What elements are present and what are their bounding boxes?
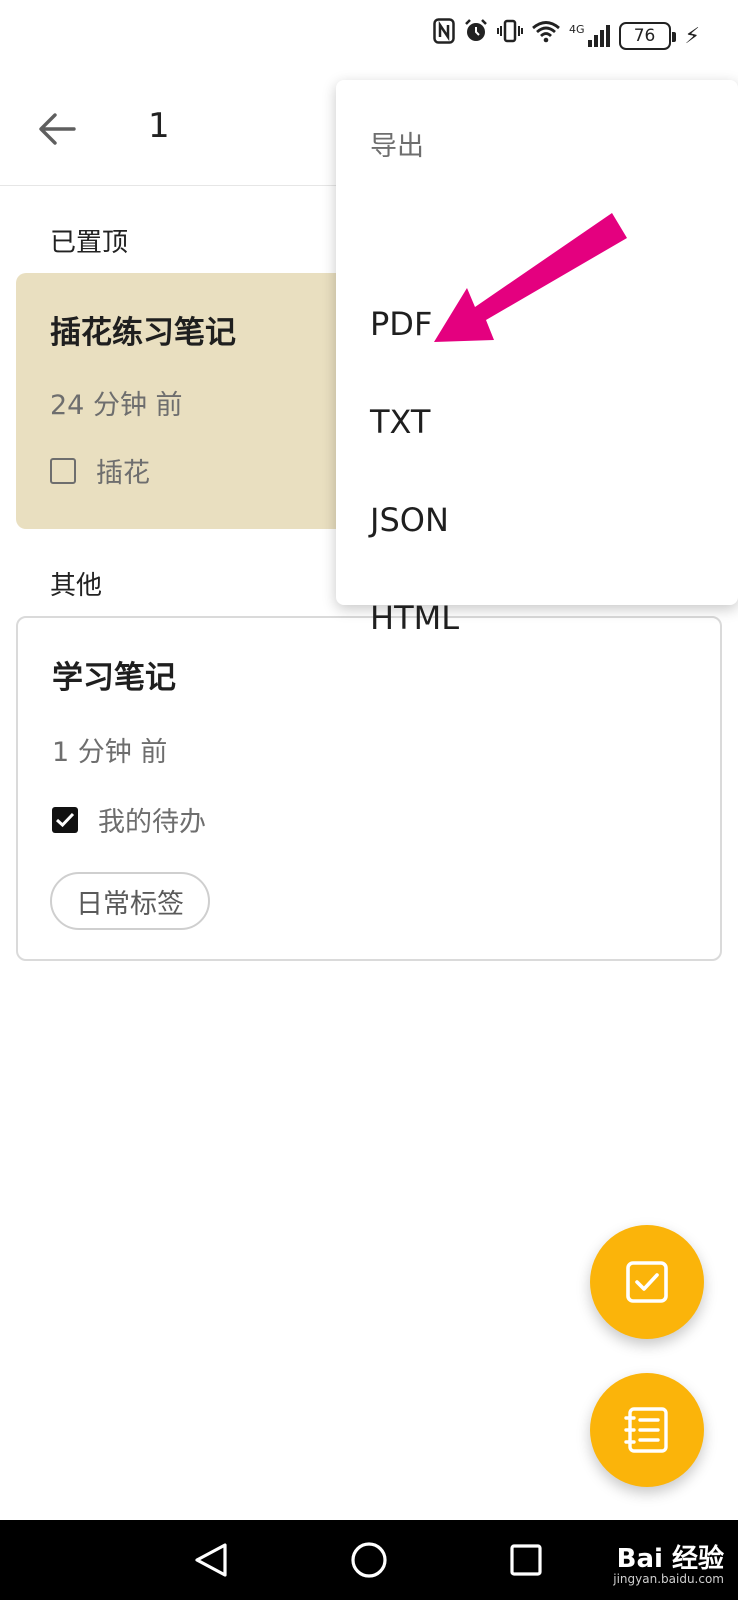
note-timestamp: 1 分钟 前 — [52, 737, 168, 768]
nfc-icon — [433, 18, 455, 54]
nav-back-button[interactable] — [183, 1532, 239, 1588]
back-triangle-icon — [195, 1543, 227, 1577]
note-title: 插花练习笔记 — [50, 315, 236, 351]
watermark-url: jingyan.baidu.com — [613, 1572, 724, 1586]
unchecked-checkbox-icon[interactable] — [50, 457, 76, 484]
note-timestamp: 24 分钟 前 — [50, 390, 183, 421]
menu-item-html[interactable]: HTML — [336, 570, 738, 666]
nav-home-button[interactable] — [341, 1532, 397, 1588]
wifi-icon — [531, 19, 561, 53]
status-bar: 4G 76 ⚡ — [0, 0, 738, 70]
recents-square-icon — [510, 1544, 542, 1576]
checkbox-icon — [626, 1261, 668, 1303]
arrow-left-icon — [39, 113, 76, 145]
new-todo-fab[interactable] — [590, 1225, 704, 1339]
charging-icon: ⚡ — [684, 23, 700, 49]
menu-item-json[interactable]: JSON — [336, 472, 738, 568]
system-nav-bar: Bai 经验 jingyan.baidu.com — [0, 1520, 738, 1600]
tag-chip[interactable]: 日常标签 — [50, 872, 210, 930]
section-label-pinned: 已置顶 — [50, 228, 129, 258]
note-title: 学习笔记 — [52, 660, 176, 696]
menu-header: 导出 — [370, 131, 424, 162]
menu-item-txt[interactable]: TXT — [336, 374, 738, 470]
export-menu: 导出 PDF TXT JSON HTML — [336, 80, 738, 637]
checked-checkbox-icon[interactable] — [52, 806, 78, 833]
status-icons: 4G 76 ⚡ — [433, 18, 700, 54]
menu-item-pdf[interactable]: PDF — [336, 276, 738, 372]
todo-item: 我的待办 — [52, 800, 206, 839]
new-note-fab[interactable] — [590, 1373, 704, 1487]
todo-item: 插花 — [50, 451, 150, 490]
baidu-watermark: Bai 经验 — [616, 1544, 724, 1574]
section-label-other: 其他 — [50, 571, 103, 601]
home-circle-icon — [351, 1542, 387, 1578]
todo-label: 插花 — [96, 458, 150, 489]
signal-4g-icon: 4G — [569, 24, 611, 48]
nav-recents-button[interactable] — [498, 1532, 554, 1588]
network-label: 4G — [569, 23, 585, 36]
notebook-icon — [624, 1407, 668, 1453]
vibrate-icon — [497, 18, 524, 54]
battery-indicator: 76 — [618, 22, 676, 50]
todo-label: 我的待办 — [98, 807, 206, 838]
note-card-other[interactable]: 学习笔记 1 分钟 前 我的待办 日常标签 — [16, 616, 722, 961]
back-button[interactable] — [30, 102, 84, 156]
alarm-icon — [463, 18, 489, 54]
page-title: 1 — [148, 106, 170, 146]
